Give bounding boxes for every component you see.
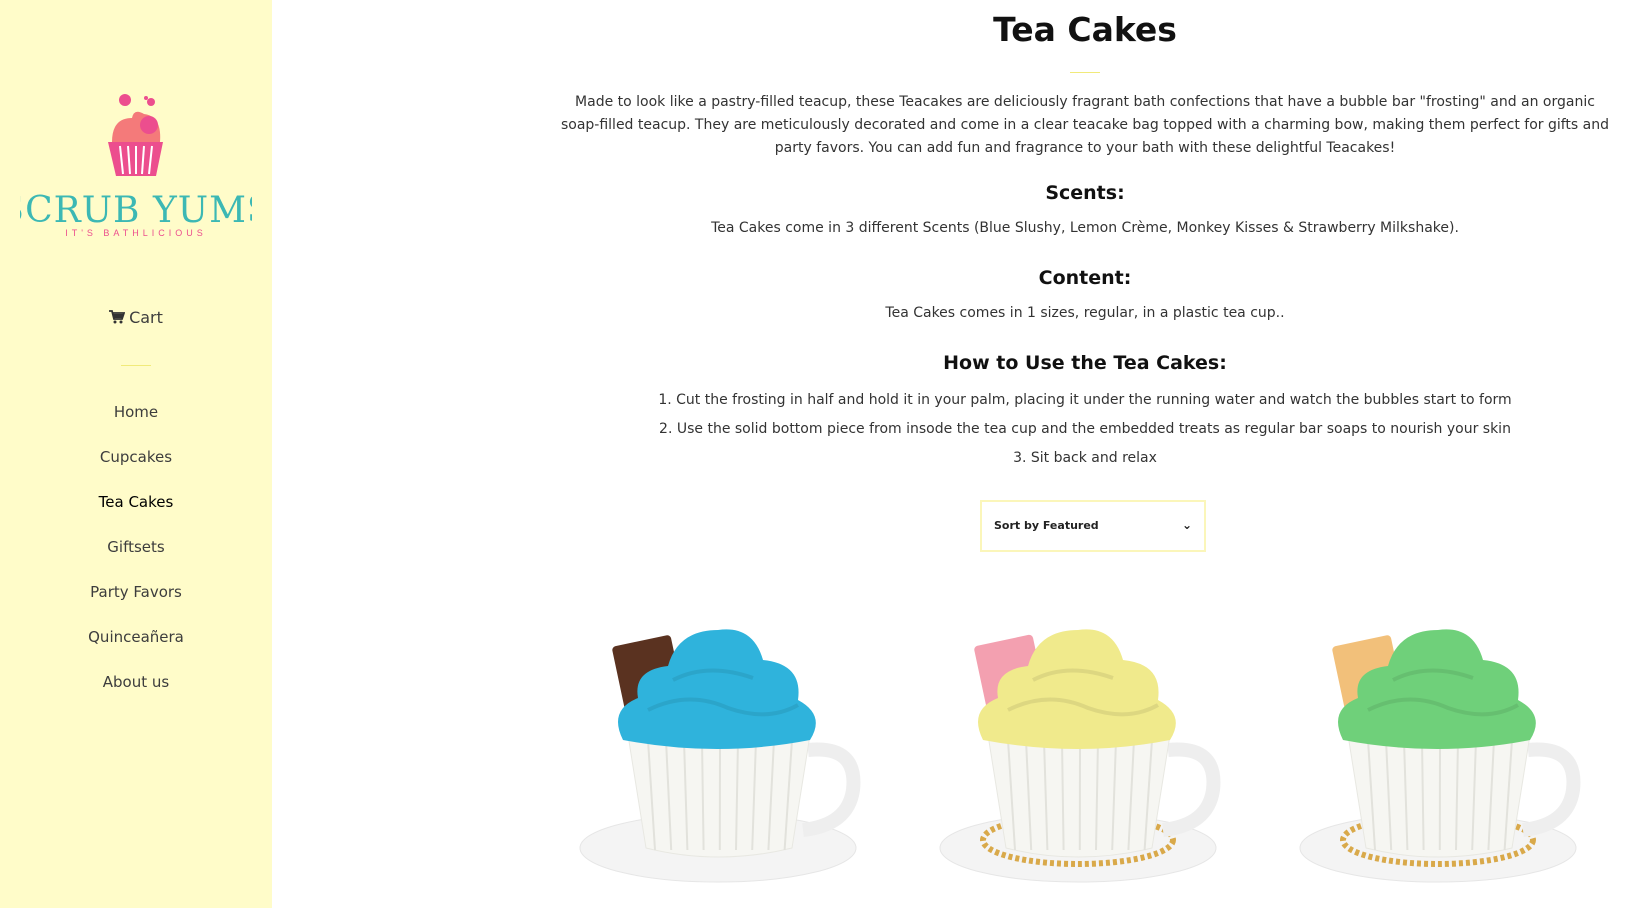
teacake-image (579, 629, 861, 883)
content-heading: Content: (1038, 267, 1132, 289)
how-to-step: 3. Sit back and relax (1013, 450, 1157, 466)
sort-selected-value: Sort by Featured (994, 519, 1099, 532)
content-text: Tea Cakes comes in 1 sizes, regular, in … (885, 305, 1285, 321)
logo-wordmark: SCRUB YUMS (20, 190, 252, 231)
teacake-image (939, 629, 1221, 883)
sidebar-nav: Home Cupcakes Tea Cakes Giftsets Party F… (0, 400, 272, 715)
sort-select[interactable]: Sort by Featured ⌄ (980, 500, 1206, 552)
logo-tagline: IT'S BATHLICIOUS (65, 228, 207, 238)
nav-item-quinceanera[interactable]: Quinceañera (0, 625, 272, 670)
product-card[interactable] (578, 600, 878, 908)
how-to-step: 2. Use the solid bottom piece from insod… (659, 421, 1511, 437)
cart-label: Cart (129, 308, 163, 327)
how-to-step: 1. Cut the frosting in half and hold it … (658, 392, 1512, 408)
teacake-image (1299, 629, 1581, 883)
product-card[interactable] (1298, 600, 1598, 908)
shopping-cart-icon (109, 310, 126, 324)
cart-link[interactable]: Cart (0, 308, 272, 327)
nav-item-cupcakes[interactable]: Cupcakes (0, 445, 272, 490)
nav-item-about-us[interactable]: About us (0, 670, 272, 715)
nav-item-home[interactable]: Home (0, 400, 272, 445)
collection-description: Made to look like a pastry-filled teacup… (560, 94, 1610, 156)
sidebar: SCRUB YUMS IT'S BATHLICIOUS Cart Home Cu… (0, 0, 272, 908)
nav-item-giftsets[interactable]: Giftsets (0, 535, 272, 580)
product-grid (560, 600, 1620, 908)
title-divider (1070, 72, 1100, 73)
how-to-heading: How to Use the Tea Cakes: (943, 352, 1227, 374)
scents-heading: Scents: (1045, 182, 1125, 204)
chevron-down-icon: ⌄ (1181, 518, 1192, 532)
nav-item-tea-cakes[interactable]: Tea Cakes (0, 490, 272, 535)
scents-text: Tea Cakes come in 3 different Scents (Bl… (711, 220, 1459, 236)
scrub-yums-logo[interactable]: SCRUB YUMS IT'S BATHLICIOUS (20, 92, 252, 242)
nav-item-party-favors[interactable]: Party Favors (0, 580, 272, 625)
page-title: Tea Cakes (993, 10, 1177, 49)
product-card[interactable] (938, 600, 1238, 908)
sidebar-divider (121, 365, 151, 366)
